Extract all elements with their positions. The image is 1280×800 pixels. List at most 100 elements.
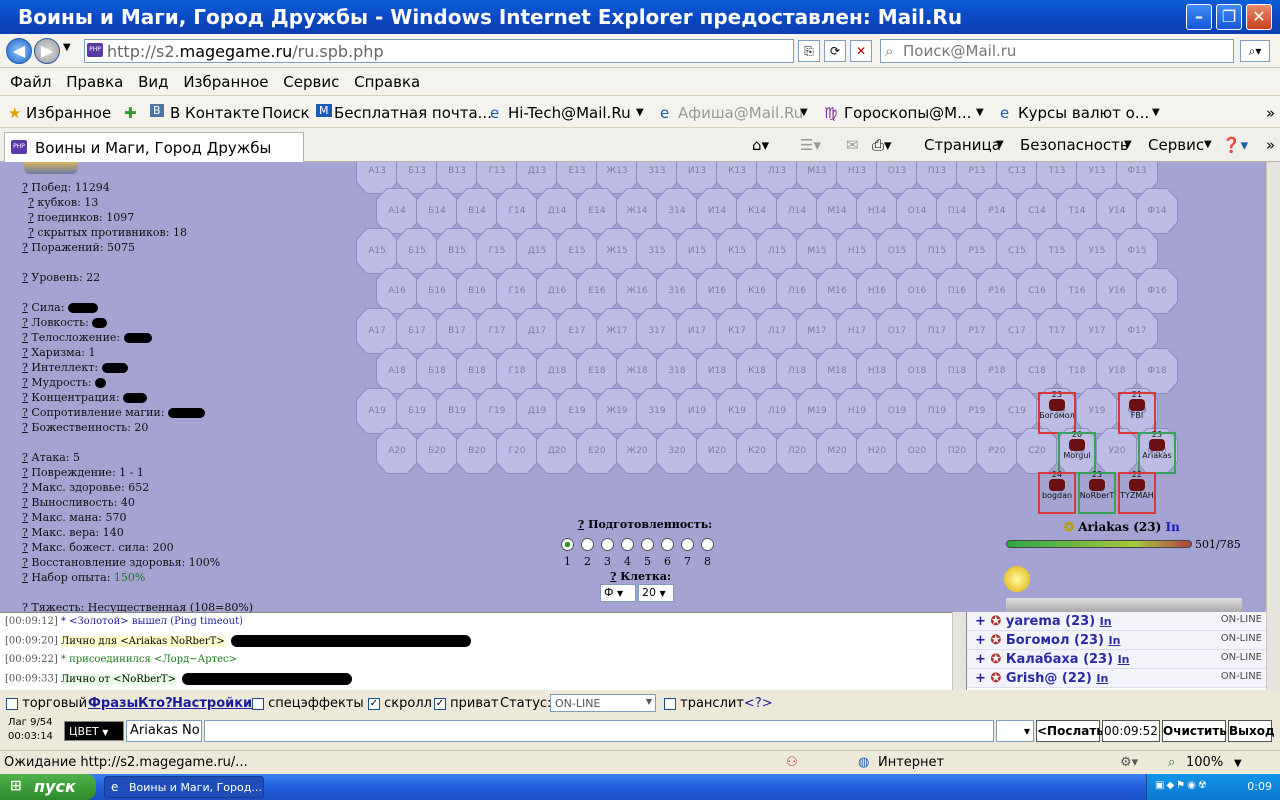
help-link[interactable]: ? — [22, 526, 28, 539]
menu-help[interactable]: Справка — [344, 68, 420, 91]
hex-cell[interactable]: Т14 — [1056, 188, 1098, 234]
tools-menu[interactable]: Сервис — [1148, 136, 1204, 154]
refresh-icon[interactable]: ⟳ — [824, 40, 846, 62]
hex-cell[interactable]: Н19 — [836, 388, 878, 434]
who-link[interactable]: Кто? — [138, 696, 173, 711]
help-link[interactable]: ? — [22, 466, 28, 479]
trade-checkbox[interactable]: торговый — [6, 696, 87, 711]
clear-button[interactable]: Очистить — [1162, 720, 1227, 742]
hex-cell[interactable]: Л19 — [756, 388, 798, 434]
add-favorite-icon[interactable]: ✚ — [124, 104, 137, 122]
hex-cell[interactable]: Л18 — [776, 348, 818, 394]
hex-cell[interactable]: Ж15 — [596, 228, 638, 274]
preparedness-radio[interactable] — [621, 538, 634, 551]
favorites-button[interactable]: Избранное — [26, 104, 111, 122]
history-dropdown-icon[interactable]: ▼ — [63, 42, 71, 53]
hex-cell[interactable]: А16 — [376, 268, 418, 314]
hex-cell[interactable]: К16 — [736, 268, 778, 314]
user-list-item[interactable]: + ✪ Калабаха (23) In ON-LINE — [967, 650, 1266, 669]
hex-cell[interactable]: Л15 — [756, 228, 798, 274]
hex-cell[interactable]: Г17 — [476, 308, 518, 354]
hex-cell[interactable]: С18 — [1016, 348, 1058, 394]
help-link[interactable]: ? — [22, 361, 28, 374]
hex-cell[interactable]: Е17 — [556, 308, 598, 354]
help-link[interactable]: ? — [22, 556, 28, 569]
privacy-icon[interactable]: ⚇ — [786, 755, 798, 770]
hex-cell[interactable]: Р16 — [976, 268, 1018, 314]
fav-search[interactable]: Поиск — [262, 104, 310, 122]
hex-cell[interactable]: Д16 — [536, 268, 578, 314]
hex-cell[interactable]: К18 — [736, 348, 778, 394]
hex-cell[interactable]: Д20 — [536, 428, 578, 474]
fav-horoscope-dropdown-icon[interactable]: ▼ — [976, 107, 984, 118]
hex-cell[interactable]: Е18 — [576, 348, 618, 394]
tray-icons[interactable]: ▣◆⚑◉☢ — [1155, 780, 1209, 791]
taskbar-window-button[interactable]: e Воины и Маги, Город... — [104, 776, 264, 798]
hex-cell[interactable]: О17 — [876, 308, 918, 354]
menu-view[interactable]: Вид — [128, 68, 168, 91]
hex-cell[interactable]: Ж20 — [616, 428, 658, 474]
back-button[interactable]: ◀ — [6, 38, 32, 64]
preparedness-radio[interactable] — [661, 538, 674, 551]
hex-cell[interactable]: Н16 — [856, 268, 898, 314]
hex-cell[interactable]: Л16 — [776, 268, 818, 314]
help-link[interactable]: ? — [28, 211, 34, 224]
menu-file[interactable]: Файл — [0, 68, 51, 91]
hex-cell[interactable]: Б16 — [416, 268, 458, 314]
read-mail-icon[interactable]: ✉ — [846, 136, 859, 154]
page-scrollbar[interactable] — [1266, 162, 1280, 612]
hex-cell[interactable]: М19 — [796, 388, 838, 434]
hex-cell[interactable]: Д17 — [516, 308, 558, 354]
tabbar-more-icon[interactable]: » — [1266, 136, 1275, 154]
hex-cell[interactable]: Г14 — [496, 188, 538, 234]
hex-cell[interactable]: Б15 — [396, 228, 438, 274]
hex-cell[interactable]: Б18 — [416, 348, 458, 394]
hex-cell[interactable]: Ф14 — [1136, 188, 1178, 234]
hex-cell[interactable]: К19 — [716, 388, 758, 434]
hex-cell[interactable]: Е14 — [576, 188, 618, 234]
hex-cell[interactable]: И17 — [676, 308, 718, 354]
fav-hitech[interactable]: Hi-Tech@Mail.Ru — [508, 104, 631, 122]
hex-cell[interactable]: В14 — [456, 188, 498, 234]
hex-cell[interactable]: М14 — [816, 188, 858, 234]
home-icon[interactable]: ⌂▾ — [752, 136, 769, 154]
hex-cell[interactable]: М20 — [816, 428, 858, 474]
help-link[interactable]: ? — [22, 541, 28, 554]
color-select[interactable]: ЦВЕТ ▼ — [64, 721, 124, 741]
hex-cell[interactable]: С16 — [1016, 268, 1058, 314]
hex-cell[interactable]: Р14 — [976, 188, 1018, 234]
hex-cell[interactable]: А19 — [356, 388, 398, 434]
search-input[interactable]: ⌕ Поиск@Mail.ru — [880, 39, 1234, 63]
user-info-link[interactable]: In — [1096, 672, 1108, 685]
expand-icon[interactable]: + — [975, 633, 990, 648]
hex-cell[interactable]: З14 — [656, 188, 698, 234]
hex-cell[interactable]: П20 — [936, 428, 978, 474]
help-link[interactable]: ? — [28, 196, 34, 209]
user-list-item[interactable]: + ✪ Богомол (23) In ON-LINE — [967, 631, 1266, 650]
hex-cell[interactable]: Е16 — [576, 268, 618, 314]
feeds-icon[interactable]: ☰▾ — [800, 136, 821, 154]
hex-cell[interactable]: Н14 — [856, 188, 898, 234]
hex-cell[interactable]: Е15 — [556, 228, 598, 274]
hex-cell[interactable]: З16 — [656, 268, 698, 314]
favbar-more-icon[interactable]: » — [1266, 104, 1275, 122]
fav-afisha[interactable]: Афиша@Mail.Ru — [678, 104, 803, 122]
exit-button[interactable]: Выход — [1228, 720, 1275, 742]
hex-cell[interactable]: Р18 — [976, 348, 1018, 394]
preparedness-radio[interactable] — [581, 538, 594, 551]
hex-cell[interactable]: Ж18 — [616, 348, 658, 394]
chat-text[interactable]: Лично от <NoRberT> — [60, 673, 176, 685]
hex-cell[interactable]: У15 — [1076, 228, 1118, 274]
hex-cell[interactable]: В15 — [436, 228, 478, 274]
scroll-checkbox[interactable]: ✓ скролл — [368, 696, 432, 711]
hex-cell[interactable]: Н20 — [856, 428, 898, 474]
hex-cell[interactable]: Р20 — [976, 428, 1018, 474]
hex-cell[interactable]: Г20 — [496, 428, 538, 474]
chat-scrollbar[interactable] — [952, 612, 966, 690]
hex-cell[interactable]: Т17 — [1036, 308, 1078, 354]
hex-cell[interactable]: З18 — [656, 348, 698, 394]
zoom-level[interactable]: 100% — [1186, 755, 1223, 770]
preparedness-radio[interactable] — [561, 538, 574, 551]
hex-cell[interactable]: Е19 — [556, 388, 598, 434]
help-link[interactable]: ? — [610, 570, 616, 583]
